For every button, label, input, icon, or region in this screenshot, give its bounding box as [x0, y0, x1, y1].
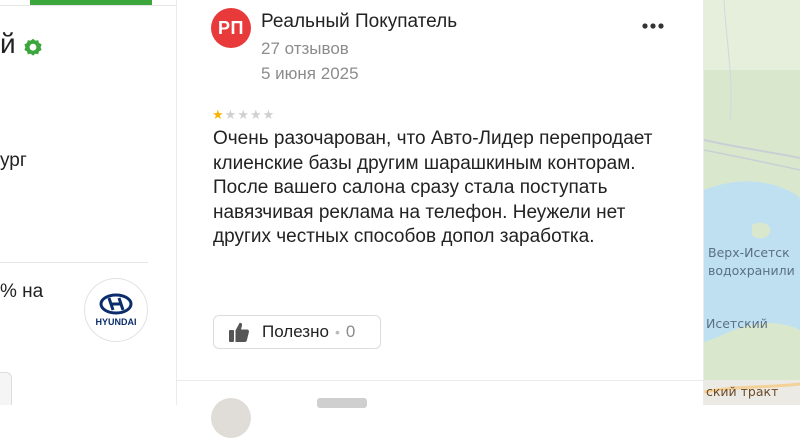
promo-text[interactable]: % на — [0, 281, 43, 303]
author-avatar[interactable]: РП — [211, 8, 251, 48]
thumbs-up-icon — [229, 322, 249, 342]
star-icon: ★ — [262, 107, 275, 122]
star-icon: ★ — [249, 107, 262, 122]
brand-logo[interactable]: HYUNDAI — [84, 278, 148, 342]
review-date: 5 июня 2025 — [261, 64, 359, 83]
map-view[interactable]: Верх-Исетск водохранили Исетский ский тр… — [704, 0, 800, 405]
map-canvas — [704, 0, 800, 405]
more-dots-icon[interactable] — [640, 16, 666, 36]
map-label-road: ский тракт — [706, 384, 779, 399]
star-icon: ★ — [224, 107, 237, 122]
next-review-author[interactable] — [317, 398, 367, 408]
map-label-district: Исетский — [706, 316, 768, 331]
author-name[interactable]: Реальный Покупатель — [261, 11, 457, 33]
brand-logo-text: HYUNDAI — [95, 317, 136, 327]
rating-stars: ★ ★ ★ ★ ★ — [212, 108, 274, 121]
review-text: Очень разочарован, что Авто-Лидер перепр… — [213, 128, 653, 247]
section-divider — [0, 262, 148, 263]
useful-label: Полезно — [262, 322, 329, 341]
author-reviews-count: 27 отзывов — [261, 39, 349, 58]
useful-count: 0 — [345, 322, 356, 341]
hyundai-logo-icon: HYUNDAI — [95, 293, 137, 327]
map-label-water-2: водохранили — [708, 263, 795, 278]
separator-dot: • — [334, 324, 340, 340]
star-icon: ★ — [237, 107, 249, 122]
card-fragment[interactable] — [0, 372, 12, 405]
star-icon: ★ — [212, 107, 224, 122]
verified-badge-icon — [24, 38, 42, 56]
useful-button[interactable]: Полезно • 0 — [213, 315, 381, 349]
tab-divider — [0, 5, 176, 6]
organization-address: ург — [0, 150, 27, 171]
review-divider — [177, 380, 704, 381]
organization-title: й — [0, 28, 16, 59]
next-review-avatar[interactable] — [211, 398, 251, 438]
organization-panel: й ург % на HYUNDAI — [0, 0, 176, 405]
map-label-water: Верх-Исетск — [708, 245, 790, 260]
reviews-column: РП Реальный Покупатель 27 отзывов 5 июня… — [176, 0, 704, 438]
